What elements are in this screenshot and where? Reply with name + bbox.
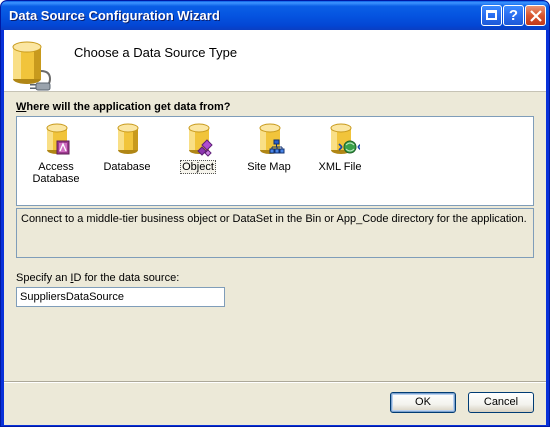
close-button[interactable] bbox=[525, 5, 546, 26]
list-item-database[interactable]: Database bbox=[97, 121, 157, 183]
restore-icon bbox=[486, 10, 497, 20]
footer-divider bbox=[4, 381, 546, 383]
wizard-header: Choose a Data Source Type bbox=[4, 30, 546, 92]
list-item-access-database[interactable]: Access Database bbox=[26, 121, 86, 185]
list-item-label: XML File bbox=[318, 161, 362, 173]
list-item-xml-file[interactable]: XML File bbox=[310, 121, 370, 183]
question-mnemonic: W bbox=[16, 101, 27, 113]
window-title: Data Source Configuration Wizard bbox=[9, 8, 220, 23]
list-item-site-map[interactable]: Site Map bbox=[239, 121, 299, 183]
data-source-plug-icon bbox=[12, 41, 52, 91]
list-item-label: Access Database bbox=[32, 161, 80, 185]
question-label: Where will the application get data from… bbox=[16, 101, 231, 113]
database-icon bbox=[117, 123, 139, 154]
xml-file-icon bbox=[330, 123, 360, 154]
dialog-body: Choose a Data Source Type Where will the… bbox=[4, 30, 546, 425]
list-item-label: Object bbox=[180, 160, 216, 174]
close-icon bbox=[530, 10, 542, 22]
question-text: here will the application get data from? bbox=[26, 101, 231, 113]
ok-button[interactable]: OK bbox=[390, 392, 456, 413]
title-bar[interactable]: Data Source Configuration Wizard ? bbox=[1, 1, 549, 30]
access-database-icon bbox=[46, 123, 70, 155]
site-map-icon bbox=[259, 123, 285, 154]
restore-button[interactable] bbox=[481, 5, 502, 26]
help-button[interactable]: ? bbox=[503, 5, 524, 26]
list-item-label: Database bbox=[103, 161, 151, 173]
list-item-label: Site Map bbox=[247, 161, 291, 173]
type-description: Connect to a middle-tier business object… bbox=[16, 208, 534, 258]
object-icon bbox=[188, 123, 213, 157]
list-item-object[interactable]: Object bbox=[168, 121, 228, 183]
page-title: Choose a Data Source Type bbox=[74, 45, 238, 60]
data-source-type-list[interactable]: Access Database Database Object Site Map… bbox=[16, 116, 534, 206]
wizard-window: Data Source Configuration Wizard ? Choos… bbox=[0, 0, 550, 427]
data-source-id-input[interactable] bbox=[16, 287, 225, 307]
cancel-button[interactable]: Cancel bbox=[468, 392, 534, 413]
id-field-label: Specify an ID for the data source: bbox=[16, 272, 180, 284]
